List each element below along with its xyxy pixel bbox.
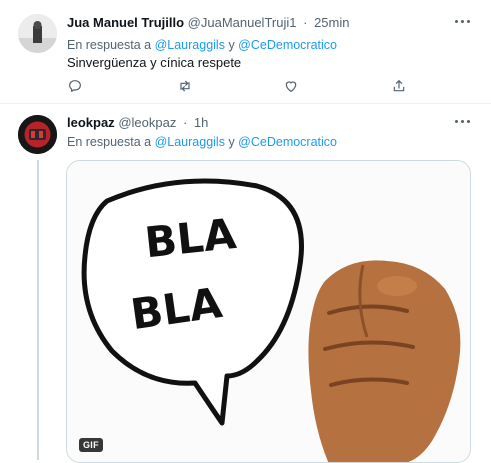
reply-context: En respuesta a @Lauraggils y @CeDemocrat…	[67, 135, 337, 149]
tweet-header: leokpaz @leokpaz · 1h	[67, 115, 208, 130]
reply-icon[interactable]	[67, 78, 85, 94]
tweet-header: Jua Manuel Trujillo @JuaManuelTruji1 · 2…	[67, 15, 350, 30]
tweet[interactable]: Jua Manuel Trujillo @JuaManuelTruji1 · 2…	[0, 0, 491, 104]
mention-link[interactable]: @Lauraggils	[155, 135, 225, 149]
timestamp[interactable]: 25min	[314, 15, 349, 30]
gif-media[interactable]: BLA BLA GIF	[66, 160, 471, 463]
mention-link[interactable]: @CeDemocratico	[238, 38, 337, 52]
separator: ·	[303, 15, 308, 30]
mention-join: y	[228, 135, 235, 149]
thread-line	[37, 160, 39, 460]
display-name[interactable]: Jua Manuel Trujillo	[67, 15, 184, 30]
tweet[interactable]: leokpaz @leokpaz · 1h En respuesta a @La…	[0, 104, 491, 463]
reply-prefix: En respuesta a	[67, 135, 152, 149]
separator: ·	[182, 115, 188, 130]
avatar[interactable]	[18, 14, 57, 53]
reply-prefix: En respuesta a	[67, 38, 152, 52]
display-name[interactable]: leokpaz	[67, 115, 115, 130]
mention-link[interactable]: @CeDemocratico	[238, 135, 337, 149]
more-options-icon[interactable]	[455, 17, 471, 27]
action-bar	[67, 78, 427, 94]
avatar[interactable]	[18, 115, 57, 154]
bubble-text-line-1: BLA	[142, 209, 238, 267]
more-options-icon[interactable]	[455, 117, 471, 127]
like-icon[interactable]	[283, 78, 301, 94]
reply-context: En respuesta a @Lauraggils y @CeDemocrat…	[67, 38, 337, 52]
retweet-icon[interactable]	[177, 78, 195, 94]
gif-badge: GIF	[79, 438, 103, 452]
user-handle[interactable]: @leokpaz	[118, 115, 176, 130]
tweet-text: Sinvergüenza y cínica respete	[67, 55, 242, 70]
user-handle[interactable]: @JuaManuelTruji1	[188, 15, 297, 30]
mention-link[interactable]: @Lauraggils	[155, 38, 225, 52]
timestamp[interactable]: 1h	[194, 115, 208, 130]
mention-join: y	[228, 38, 235, 52]
share-icon[interactable]	[391, 78, 409, 94]
